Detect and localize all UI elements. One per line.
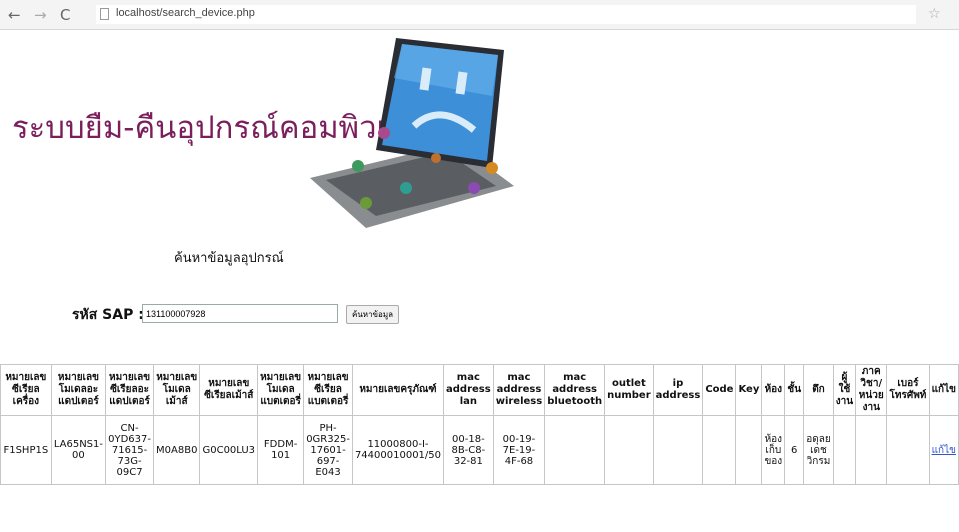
- col-ip-address: ip address: [652, 364, 704, 416]
- cell-ip-address: [652, 415, 704, 485]
- device-table: หมายเลขซีเรียลเครื่อง หมายเลขโมเดลอะแดปเ…: [0, 364, 959, 485]
- cell-battery-model: FDDM-101: [257, 415, 305, 485]
- col-outlet-number: outlet number: [604, 364, 654, 416]
- cell-adapter-model: LA65NS1-00: [50, 415, 107, 485]
- cell-mouse-serial: G0C00LU3: [199, 415, 259, 485]
- back-arrow-icon[interactable]: ←: [8, 6, 21, 24]
- cell-building: อดุลยเดชวิกรม: [803, 415, 834, 485]
- cell-user: [832, 415, 857, 485]
- col-adapter-model: หมายเลขโมเดลอะแดปเตอร์: [50, 364, 107, 416]
- reload-icon[interactable]: C: [60, 6, 70, 24]
- cell-key: [735, 415, 763, 485]
- cell-phone: [886, 415, 930, 485]
- cell-edit: แก้ไข: [928, 415, 959, 485]
- browser-toolbar: ← → C localhost/search_device.php ☆: [0, 0, 959, 30]
- col-building: ตึก: [803, 364, 834, 416]
- cell-mouse-model: M0A8B0: [152, 415, 201, 485]
- col-battery-model: หมายเลขโมเดลแบตเตอรี่: [257, 364, 305, 416]
- star-icon[interactable]: ☆: [928, 6, 941, 22]
- cell-asset-number: 11000800-I-74400010001/50: [351, 415, 445, 485]
- edit-link[interactable]: แก้ไข: [932, 445, 956, 456]
- forward-arrow-icon[interactable]: →: [34, 6, 47, 24]
- sad-laptop-image: [310, 38, 514, 228]
- cell-serial-machine: F1SHP1S: [0, 415, 52, 485]
- table-header-row: หมายเลขซีเรียลเครื่อง หมายเลขโมเดลอะแดปเ…: [0, 364, 959, 416]
- col-serial-machine: หมายเลขซีเรียลเครื่อง: [0, 364, 52, 416]
- cell-mac-lan: 00-18-8B-C8-32-81: [443, 415, 494, 485]
- col-phone: เบอร์โทรศัพท์: [886, 364, 930, 416]
- col-mouse-serial: หมายเลขซีเรียลเม้าส์: [199, 364, 259, 416]
- col-asset-number: หมายเลขครุภัณฑ์: [351, 364, 445, 416]
- col-mac-bluetooth: mac address bluetooth: [544, 364, 606, 416]
- table-row: F1SHP1S LA65NS1-00 CN-0YD637-71615-73G-0…: [0, 415, 959, 485]
- cell-department: [855, 415, 888, 485]
- cell-battery-serial: PH-0GR325-17601-697-E043: [303, 415, 353, 485]
- col-edit: แก้ไข: [928, 364, 959, 416]
- col-room: ห้อง: [761, 364, 786, 416]
- cell-room: ห้องเก็บของ: [761, 415, 786, 485]
- col-code: Code: [702, 364, 737, 416]
- search-button[interactable]: ค้นหาข้อมูล: [346, 305, 399, 324]
- cell-adapter-serial: CN-0YD637-71615-73G-09C7: [105, 415, 154, 485]
- cell-code: [702, 415, 737, 485]
- cell-mac-wireless: 00-19-7E-19-4F-68: [492, 415, 546, 485]
- col-adapter-serial: หมายเลขซีเรียลอะแดปเตอร์: [105, 364, 154, 416]
- col-department: ภาควิชา/หน่วยงาน: [855, 364, 888, 416]
- sap-code-label: รหัส SAP :: [72, 307, 144, 323]
- url-text: localhost/search_device.php: [116, 7, 255, 19]
- col-battery-serial: หมายเลขซีเรียลแบตเตอรี่: [303, 364, 353, 416]
- col-mouse-model: หมายเลขโมเดลเม้าส์: [152, 364, 201, 416]
- search-section-heading: ค้นหาข้อมูลอุปกรณ์: [174, 251, 284, 266]
- col-key: Key: [735, 364, 763, 416]
- sap-code-input[interactable]: [142, 304, 338, 323]
- cell-mac-bluetooth: [544, 415, 606, 485]
- col-mac-lan: mac address lan: [443, 364, 494, 416]
- col-user: ผู้ใช้งาน: [832, 364, 857, 416]
- address-bar[interactable]: localhost/search_device.php: [96, 5, 916, 24]
- col-mac-wireless: mac address wireless: [492, 364, 546, 416]
- col-floor: ชั้น: [784, 364, 805, 416]
- document-icon: [100, 8, 109, 20]
- cell-outlet-number: [604, 415, 654, 485]
- cell-floor: 6: [784, 415, 805, 485]
